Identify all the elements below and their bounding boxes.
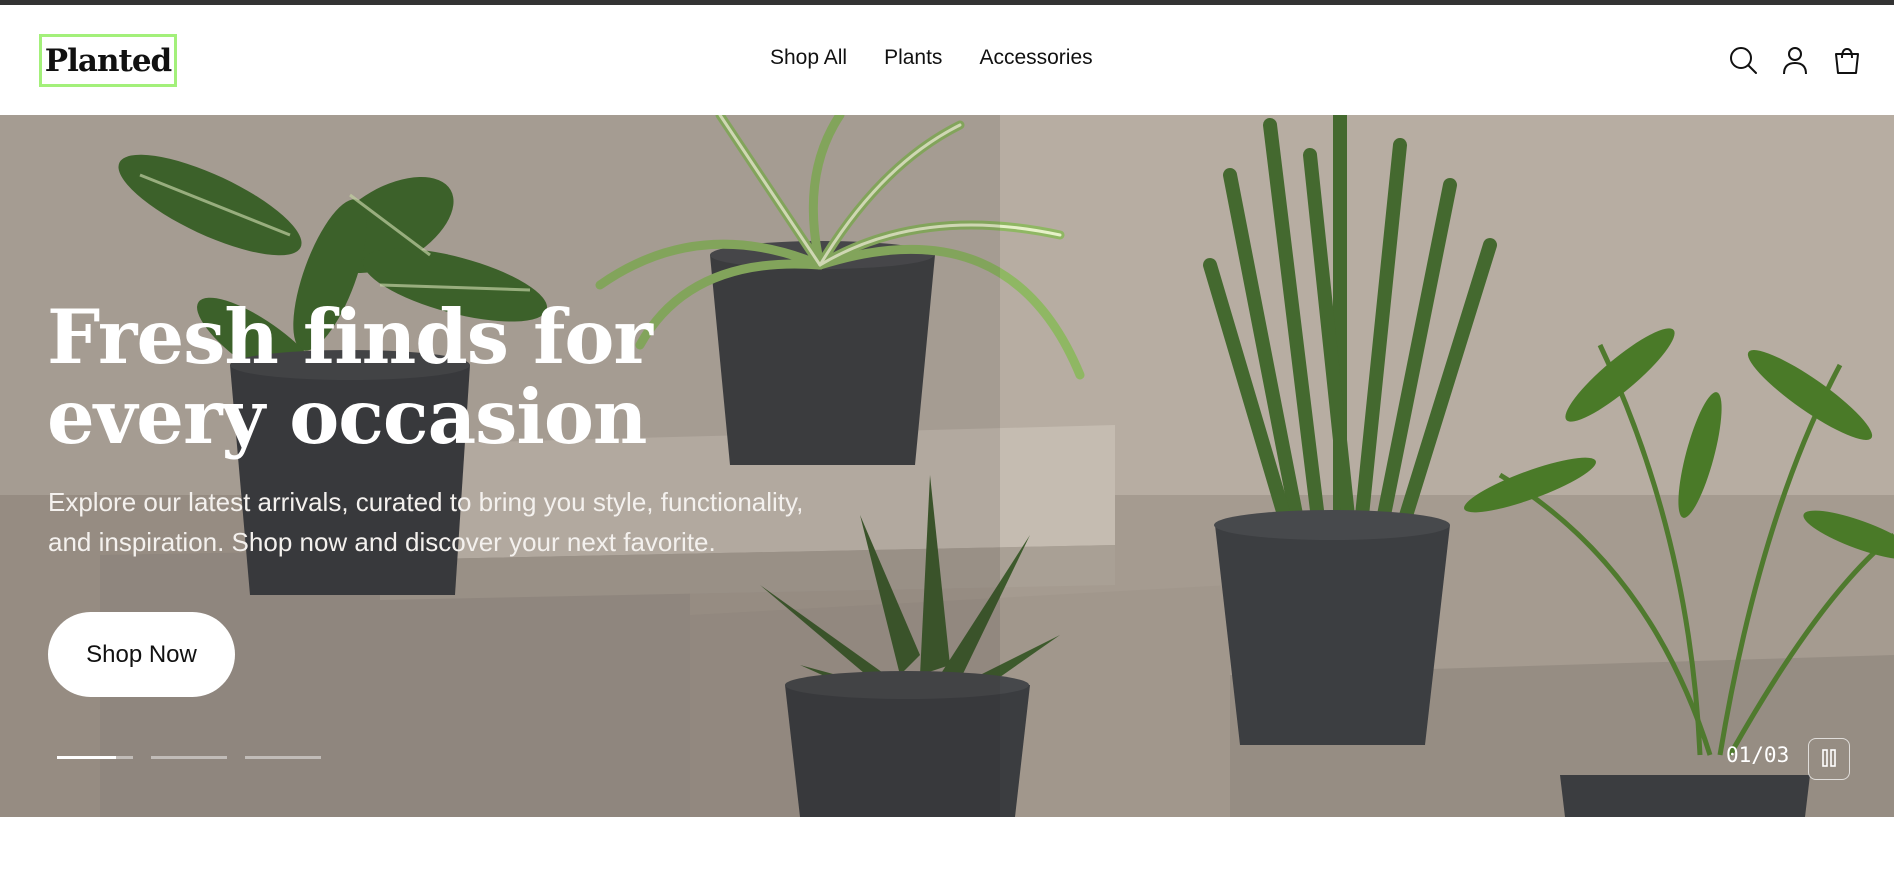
nav-accessories[interactable]: Accessories — [979, 46, 1092, 70]
hero-plants-image — [0, 115, 1894, 817]
logo[interactable]: Planted — [39, 34, 177, 87]
nav-plants[interactable]: Plants — [884, 46, 942, 70]
slide-counter: 01/03 — [1726, 743, 1790, 767]
pause-button[interactable] — [1808, 738, 1850, 780]
slide-indicators — [57, 756, 321, 759]
site-header: Planted Shop All Plants Accessories — [0, 5, 1894, 115]
hero-subtitle-line-2: and inspiration. Shop now and discover y… — [48, 527, 716, 557]
slide-progress-fill — [57, 756, 117, 759]
account-icon[interactable] — [1780, 45, 1810, 75]
hero-subtitle-line-1: Explore our latest arrivals, curated to … — [48, 487, 804, 517]
pause-icon — [1821, 748, 1837, 770]
hero-title: Fresh finds for every occasion — [47, 297, 747, 457]
main-nav: Shop All Plants Accessories — [770, 46, 1093, 70]
nav-shop-all[interactable]: Shop All — [770, 46, 847, 70]
search-icon[interactable] — [1728, 45, 1758, 75]
hero-subtitle: Explore our latest arrivals, curated to … — [48, 482, 948, 562]
cart-icon[interactable] — [1832, 45, 1862, 75]
hero-title-line-2: every occasion — [47, 373, 647, 461]
slide-indicator-1[interactable] — [57, 756, 133, 759]
header-icons — [1728, 45, 1862, 75]
shop-now-button[interactable]: Shop Now — [48, 612, 235, 697]
slide-indicator-3[interactable] — [245, 756, 321, 759]
slide-indicator-2[interactable] — [151, 756, 227, 759]
hero-title-line-1: Fresh finds for — [47, 293, 653, 381]
hero-banner: Fresh finds for every occasion Explore o… — [0, 115, 1894, 817]
